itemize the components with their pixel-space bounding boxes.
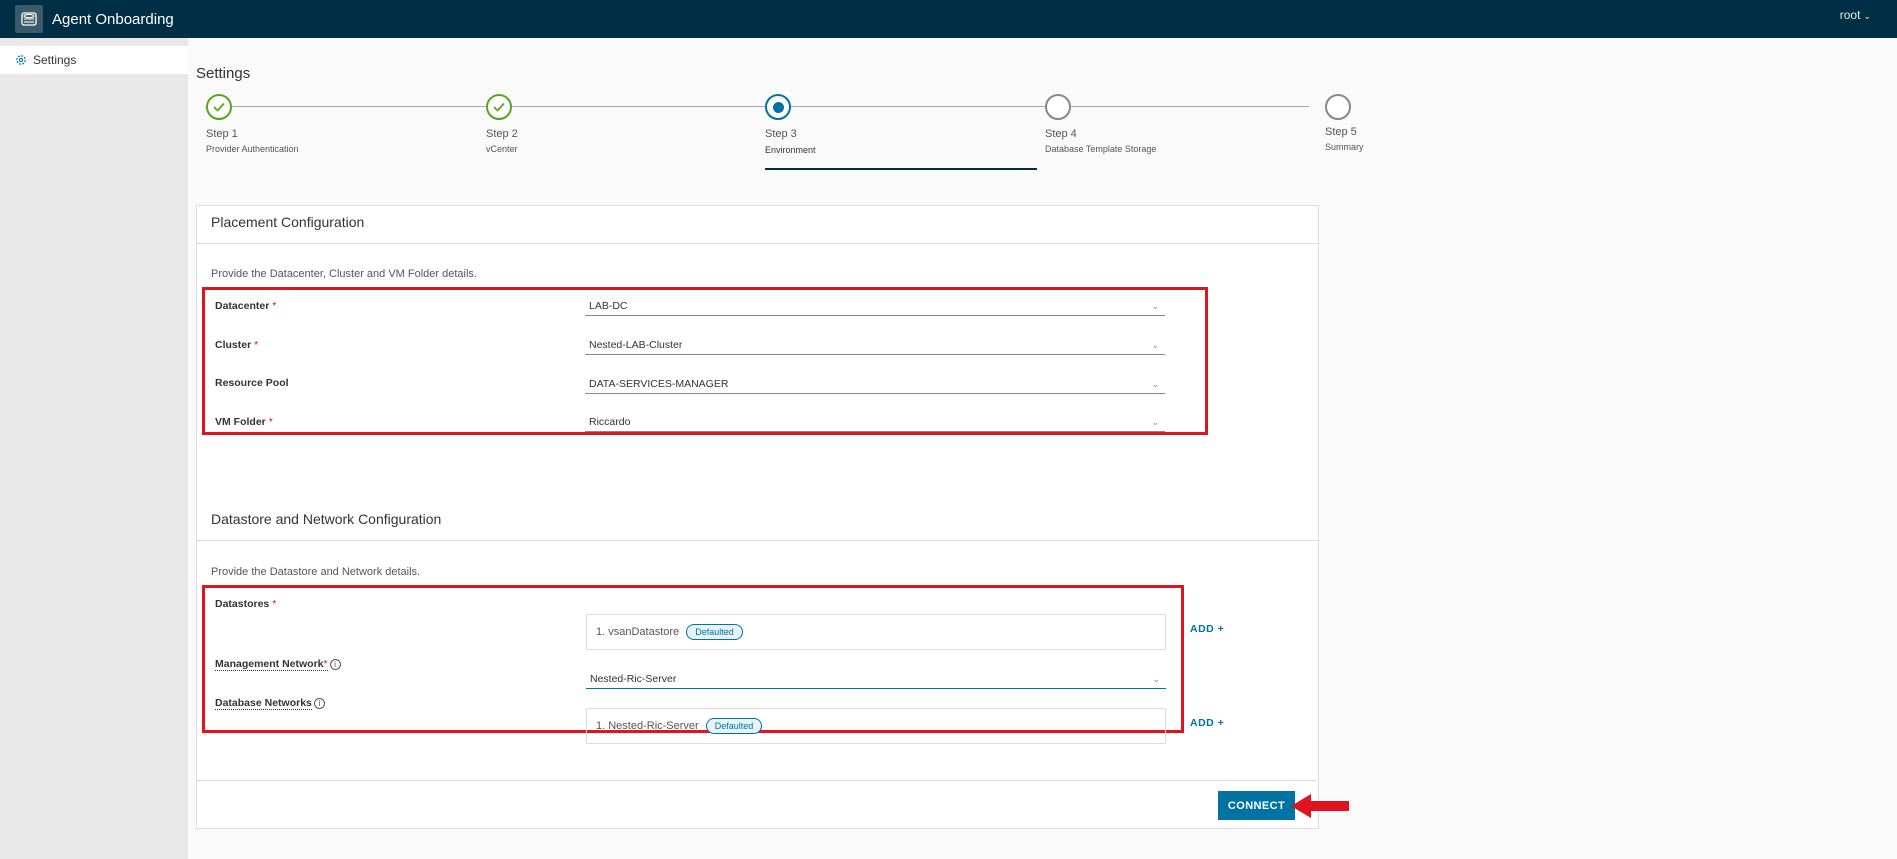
user-name: root (1839, 8, 1861, 22)
placement-description: Provide the Datacenter, Cluster and VM F… (211, 268, 477, 280)
step-5-circle-icon[interactable] (1325, 94, 1351, 120)
footer-divider (196, 780, 1317, 781)
red-arrow-icon (1291, 794, 1349, 818)
section-divider (197, 540, 1318, 541)
step-2-sub: vCenter (486, 144, 518, 154)
management-network-select[interactable]: Nested-Ric-Server ⌄ (586, 671, 1166, 689)
connect-button[interactable]: CONNECT (1218, 791, 1295, 820)
cluster-select[interactable]: Nested-LAB-Cluster ⌄ (585, 337, 1165, 355)
sidebar: Settings (0, 38, 188, 859)
chevron-down-icon: ⌄ (1863, 11, 1871, 21)
vm-folder-label: VM Folder * (215, 416, 273, 428)
resource-pool-label: Resource Pool (215, 377, 289, 389)
step-1-check-icon[interactable] (206, 94, 232, 120)
chevron-down-icon: ⌄ (1151, 340, 1159, 350)
stepper-connector-line (219, 106, 1309, 107)
step-5-sub: Summary (1325, 142, 1364, 152)
section-divider (197, 243, 1318, 244)
app-title: Agent Onboarding (52, 10, 174, 28)
info-icon[interactable]: i (313, 698, 325, 709)
step-5-label: Step 5 (1325, 126, 1357, 138)
datacenter-select[interactable]: LAB-DC ⌄ (585, 298, 1165, 316)
datastores-list[interactable]: 1. vsanDatastore Defaulted (586, 614, 1166, 650)
add-datastore-link[interactable]: ADD + (1190, 623, 1224, 635)
cluster-label: Cluster * (215, 339, 259, 351)
network-title: Datastore and Network Configuration (211, 511, 442, 527)
step-2-label: Step 2 (486, 128, 518, 140)
chevron-down-icon: ⌄ (1151, 301, 1159, 311)
database-logo-icon (21, 12, 37, 26)
page-title: Settings (196, 65, 251, 82)
add-database-network-link[interactable]: ADD + (1190, 717, 1224, 729)
defaulted-badge: Defaulted (705, 718, 763, 735)
placement-title: Placement Configuration (211, 214, 365, 230)
database-networks-label: Database Networks i (215, 697, 325, 710)
database-networks-list[interactable]: 1. Nested-Ric-Server Defaulted (586, 708, 1166, 744)
datacenter-label: Datacenter * (215, 300, 277, 312)
chevron-down-icon: ⌄ (1151, 417, 1159, 427)
user-menu[interactable]: root ⌄ (1840, 8, 1871, 22)
step-4-label: Step 4 (1045, 128, 1077, 140)
chevron-down-icon: ⌄ (1151, 379, 1159, 389)
gear-icon (16, 55, 26, 65)
database-network-item: 1. Nested-Ric-Server (596, 720, 699, 732)
chevron-down-icon: ⌄ (1152, 674, 1160, 684)
step-1-sub: Provider Authentication (206, 144, 299, 154)
step-3-sub: Environment (765, 145, 816, 155)
resource-pool-select[interactable]: DATA-SERVICES-MANAGER ⌄ (585, 376, 1165, 394)
app-logo (15, 5, 43, 33)
step-3-active-underline (765, 168, 1037, 170)
datastore-item: 1. vsanDatastore (596, 626, 680, 638)
info-icon[interactable]: i (329, 659, 341, 670)
datastores-label: Datastores * (215, 598, 277, 610)
sidebar-item-label: Settings (33, 53, 77, 67)
network-description: Provide the Datastore and Network detail… (211, 566, 421, 578)
step-4-circle-icon[interactable] (1045, 94, 1071, 120)
top-header: Agent Onboarding root ⌄ (0, 0, 1897, 38)
vm-folder-select[interactable]: Riccardo ⌄ (585, 414, 1165, 432)
defaulted-badge: Defaulted (686, 624, 743, 641)
step-4-sub: Database Template Storage (1045, 144, 1157, 154)
step-1-label: Step 1 (206, 128, 238, 140)
step-3-label: Step 3 (765, 128, 797, 140)
step-3-current-icon[interactable] (765, 94, 791, 120)
management-network-label: Management Network* i (215, 658, 341, 671)
step-2-check-icon[interactable] (486, 94, 512, 120)
sidebar-item-settings[interactable]: Settings (0, 46, 188, 74)
